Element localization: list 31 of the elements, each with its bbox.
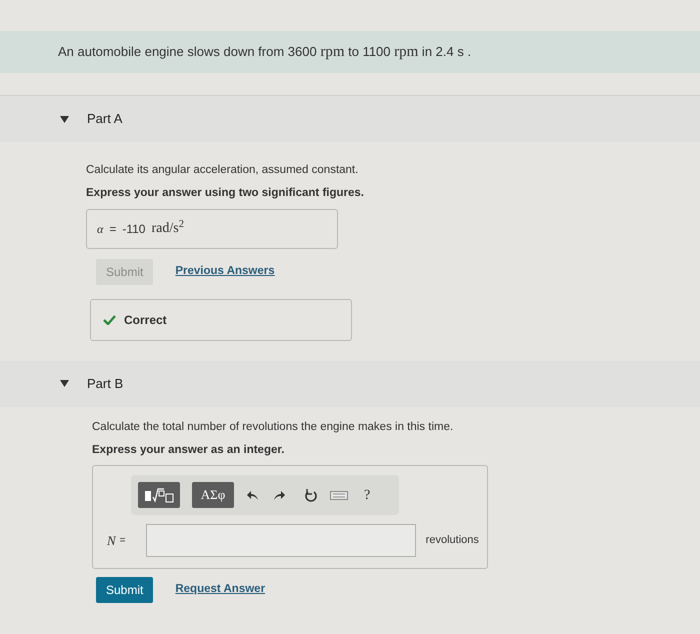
reset-button[interactable]	[304, 488, 318, 502]
equals-sign: =	[120, 534, 127, 548]
caret-icon	[60, 380, 69, 387]
caret-icon	[60, 116, 69, 122]
question-text: Calculate its angular acceleration, assumed constant.	[86, 163, 360, 178]
answer-field[interactable]	[146, 524, 416, 557]
submit-button[interactable]: Submit	[96, 577, 154, 603]
problem-statement: An automobile engine slows down from 3600 rpm to 1100 rpm in 2.4 s .	[58, 42, 472, 62]
instruction-text: Express your answer using two significant figures.	[86, 186, 365, 202]
feedback-box: Correct	[90, 298, 352, 340]
reset-icon	[304, 488, 318, 502]
part-header[interactable]: Part B	[0, 360, 700, 406]
unit-label: revolutions	[426, 533, 479, 548]
template-button[interactable]	[138, 482, 180, 508]
part-header[interactable]: Part A	[0, 96, 700, 142]
keyboard-button[interactable]	[330, 488, 348, 502]
template-icon	[144, 487, 174, 503]
symbols-button[interactable]: ΑΣφ	[192, 482, 234, 508]
instruction-text: Express your answer as an integer.	[92, 442, 286, 458]
help-button[interactable]: ?	[364, 484, 370, 506]
check-icon	[103, 314, 116, 324]
redo-button[interactable]	[272, 488, 286, 502]
keyboard-icon	[330, 488, 348, 502]
undo-button[interactable]	[246, 488, 260, 502]
answers-link[interactable]: Previous Answers	[175, 262, 275, 280]
redo-icon	[272, 488, 286, 502]
answer-box: α = -110 rad/s$^{2}$	[86, 208, 338, 248]
variable-label: N	[107, 532, 116, 550]
answers-link[interactable]: Request Answer	[175, 581, 266, 599]
undo-icon	[246, 488, 260, 502]
question-text: Calculate the total number of revolutions the engine makes in this time.	[92, 420, 454, 434]
